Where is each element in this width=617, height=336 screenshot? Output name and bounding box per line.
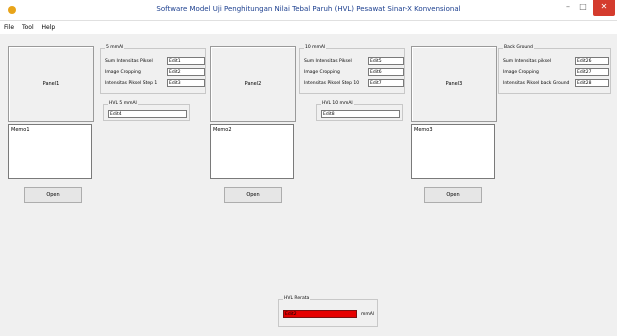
group-hvl-rerata: HVL Rerata Edit2 mmAl <box>278 296 378 327</box>
minimize-button[interactable]: – <box>561 0 575 16</box>
label-image-cropping: Image Cropping <box>304 70 340 75</box>
memo-2[interactable]: Memo2 <box>210 124 294 179</box>
hvl-rerata-field[interactable]: Edit2 <box>283 310 357 318</box>
menu-tool[interactable]: Tool <box>22 24 34 31</box>
panel-2: Panel2 <box>210 46 296 122</box>
menu-help[interactable]: Help <box>42 24 56 31</box>
group-hvl-10mmal-title: HVL 10 mmAl <box>321 101 354 107</box>
close-button[interactable]: ✕ <box>593 0 615 16</box>
memo-3[interactable]: Memo3 <box>411 124 495 179</box>
edit26-field[interactable]: Edit26 <box>575 57 609 65</box>
open-button-3[interactable]: Open <box>424 187 482 203</box>
group-5mmal-title: 5 mmAl <box>105 45 125 51</box>
label-intensitas-step: Intensitas Piksel Step 10 <box>304 81 360 86</box>
edit1-field[interactable]: Edit1 <box>167 57 205 65</box>
edit8-field[interactable]: Edit8 <box>321 110 400 118</box>
panel-3-caption: Panel3 <box>445 81 463 87</box>
group-hvl-rerata-title: HVL Rerata <box>283 296 311 302</box>
group-hvl-5mmal-title: HVL 5 mmAl <box>108 101 138 107</box>
group-10mmal: 10 mmAl Sum Intensitas Piksel Image Crop… <box>299 45 405 94</box>
title-bar: Software Model Uji Penghitungan Nilai Te… <box>0 0 617 21</box>
window-title: Software Model Uji Penghitungan Nilai Te… <box>156 5 461 13</box>
edit6-field[interactable]: Edit6 <box>368 68 404 76</box>
edit27-field[interactable]: Edit27 <box>575 68 609 76</box>
panel-2-caption: Panel2 <box>244 81 262 87</box>
edit28-field[interactable]: Edit28 <box>575 79 609 87</box>
open-button-1[interactable]: Open <box>24 187 82 203</box>
group-background-title: Back Ground <box>503 45 534 51</box>
menu-bar: File Tool Help <box>4 24 61 31</box>
label-sum-intensitas: Sum Intensitas Piksel <box>304 59 352 64</box>
panel-1-caption: Panel1 <box>42 81 60 87</box>
edit5-field[interactable]: Edit5 <box>368 57 404 65</box>
label-image-cropping: Image Cropping <box>503 70 539 75</box>
group-background: Back Ground Sum Intensitas piksel Image … <box>498 45 611 94</box>
label-image-cropping: Image Cropping <box>105 70 141 75</box>
group-5mmal: 5 mmAl Sum Intensitas Piksel Image Cropp… <box>100 45 206 94</box>
edit7-field[interactable]: Edit7 <box>368 79 404 87</box>
maximize-button[interactable]: □ <box>576 0 590 16</box>
menu-file[interactable]: File <box>4 24 14 31</box>
edit4-field[interactable]: Edit4 <box>108 110 187 118</box>
group-hvl-10mmal: HVL 10 mmAl Edit8 <box>316 101 403 121</box>
label-intensitas-step: Intensitas Piksel Step 1 <box>105 81 158 86</box>
label-intensitas-background: Intensitas Piksel back Ground <box>503 81 570 86</box>
open-button-2[interactable]: Open <box>224 187 282 203</box>
hvl-rerata-unit: mmAl <box>361 312 375 317</box>
memo-1[interactable]: Memo1 <box>8 124 92 179</box>
label-sum-intensitas: Sum Intensitas Piksel <box>105 59 153 64</box>
group-hvl-5mmal: HVL 5 mmAl Edit4 <box>103 101 190 121</box>
edit3-field[interactable]: Edit3 <box>167 79 205 87</box>
panel-1: Panel1 <box>8 46 94 122</box>
edit2-field[interactable]: Edit2 <box>167 68 205 76</box>
group-10mmal-title: 10 mmAl <box>304 45 327 51</box>
label-sum-intensitas: Sum Intensitas piksel <box>503 59 552 64</box>
panel-3: Panel3 <box>411 46 497 122</box>
